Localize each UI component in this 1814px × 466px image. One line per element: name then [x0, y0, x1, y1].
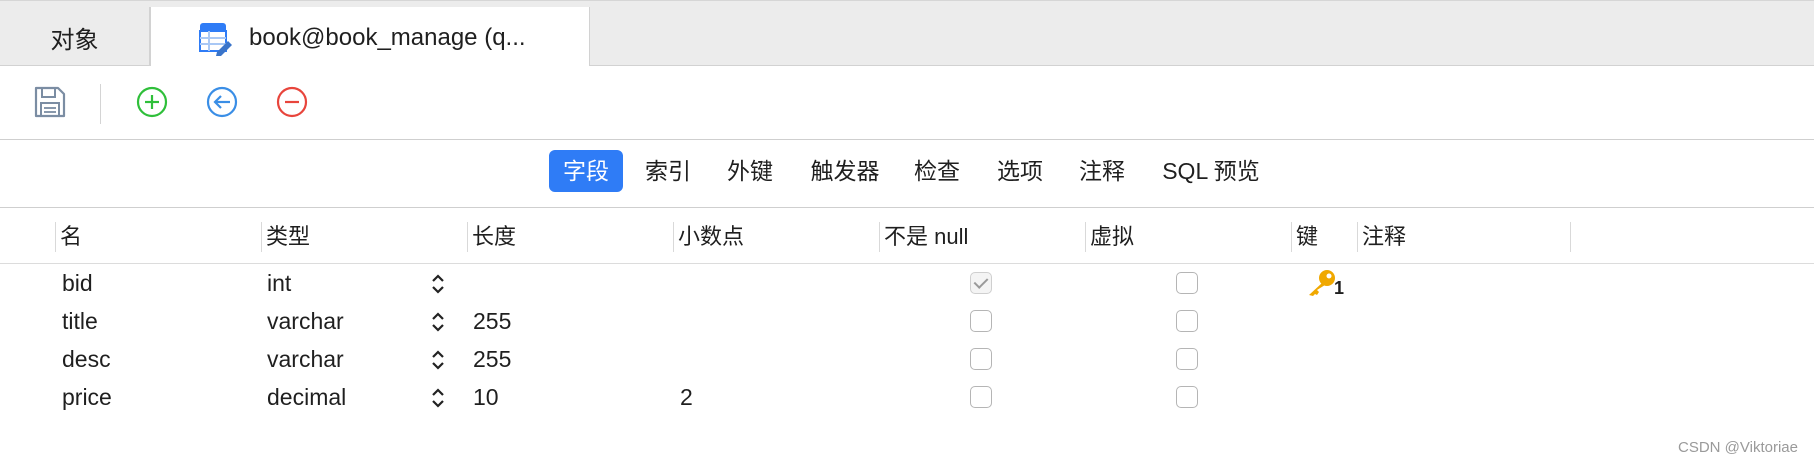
field-length[interactable]: 10 — [473, 378, 499, 416]
column-header-comment[interactable]: 注释 — [1357, 222, 1406, 252]
field-name[interactable]: bid — [62, 264, 93, 302]
type-stepper-icon[interactable] — [430, 348, 446, 372]
tab-table-design-label: book@book_manage (q... — [249, 23, 526, 51]
tab-comment[interactable]: 注释 — [1070, 150, 1134, 192]
table-design-icon — [199, 22, 232, 56]
type-stepper-icon[interactable] — [430, 272, 446, 296]
field-name[interactable]: title — [62, 302, 98, 340]
field-type[interactable]: decimal — [267, 378, 346, 416]
field-decimals[interactable]: 2 — [680, 378, 693, 416]
add-field-button[interactable] — [134, 84, 170, 120]
virtual-checkbox[interactable] — [1176, 386, 1198, 408]
tab-table-design[interactable]: book@book_manage (q... — [150, 7, 590, 68]
table-row[interactable]: bid int 1 — [0, 264, 1814, 302]
column-header-end — [1570, 222, 1571, 252]
primary-key-order: 1 — [1334, 278, 1345, 298]
type-stepper-icon[interactable] — [430, 386, 446, 410]
virtual-checkbox[interactable] — [1176, 348, 1198, 370]
type-stepper-icon[interactable] — [430, 310, 446, 334]
table-row[interactable]: desc varchar 255 — [0, 340, 1814, 378]
field-type[interactable]: varchar — [267, 302, 344, 340]
tab-bar: 对象 book@book_manage (q... — [0, 0, 1814, 68]
not-null-checkbox[interactable] — [970, 386, 992, 408]
column-header-virtual[interactable]: 虚拟 — [1085, 222, 1134, 252]
watermark: CSDN @Viktoriae — [1678, 439, 1798, 456]
column-header-not-null[interactable]: 不是 null — [879, 222, 968, 252]
column-header-type[interactable]: 类型 — [261, 222, 310, 252]
column-header-name[interactable]: 名 — [55, 222, 82, 252]
fields-table-header: 名 类型 长度 小数点 不是 null 虚拟 键 注释 — [0, 208, 1814, 264]
column-header-key[interactable]: 键 — [1291, 222, 1318, 252]
field-length[interactable]: 255 — [473, 340, 511, 378]
column-header-length[interactable]: 长度 — [467, 222, 516, 252]
field-type[interactable]: int — [267, 264, 291, 302]
tab-indexes[interactable]: 索引 — [636, 150, 700, 192]
tab-checks[interactable]: 检查 — [905, 150, 969, 192]
virtual-checkbox[interactable] — [1176, 272, 1198, 294]
tab-objects-label: 对象 — [50, 26, 99, 54]
tab-fields[interactable]: 字段 — [549, 150, 623, 192]
field-length[interactable]: 255 — [473, 302, 511, 340]
not-null-checkbox[interactable] — [970, 310, 992, 332]
virtual-checkbox[interactable] — [1176, 310, 1198, 332]
tab-options[interactable]: 选项 — [988, 150, 1052, 192]
table-row[interactable]: price decimal 10 2 — [0, 378, 1814, 416]
toolbar-separator — [100, 84, 101, 124]
insert-field-button[interactable] — [204, 84, 240, 120]
delete-field-button[interactable] — [274, 84, 310, 120]
save-icon[interactable] — [32, 84, 68, 120]
tab-objects[interactable]: 对象 — [0, 7, 150, 67]
field-name[interactable]: desc — [62, 340, 111, 378]
column-header-decimals[interactable]: 小数点 — [673, 222, 744, 252]
toolbar — [0, 66, 1814, 140]
table-row[interactable]: title varchar 255 — [0, 302, 1814, 340]
tab-triggers[interactable]: 触发器 — [803, 150, 887, 192]
tab-sql-preview[interactable]: SQL 预览 — [1156, 150, 1266, 192]
field-name[interactable]: price — [62, 378, 112, 416]
not-null-checkbox[interactable] — [970, 272, 992, 294]
tab-foreign-keys[interactable]: 外键 — [718, 150, 782, 192]
design-tabs: 字段 索引 外键 触发器 检查 选项 注释 SQL 预览 — [0, 140, 1814, 208]
field-type[interactable]: varchar — [267, 340, 344, 378]
not-null-checkbox[interactable] — [970, 348, 992, 370]
